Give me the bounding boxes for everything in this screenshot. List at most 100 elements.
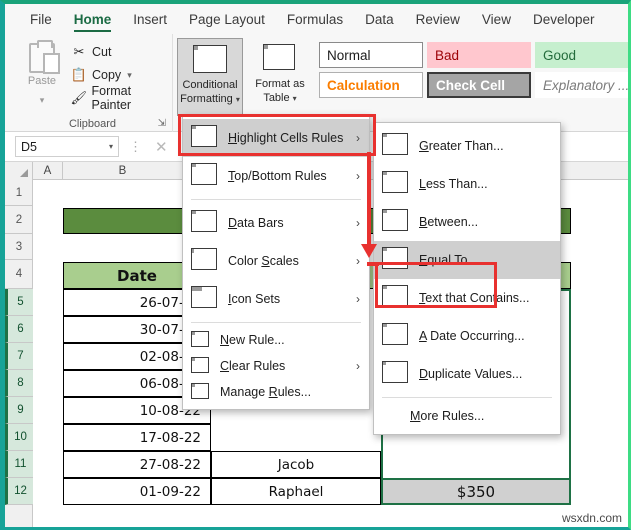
cell-style-bad[interactable]: Bad bbox=[427, 42, 531, 68]
menu-item-duplicate-values[interactable]: Duplicate Values... bbox=[374, 355, 560, 393]
tab-home[interactable]: Home bbox=[63, 8, 123, 32]
column-header-b[interactable]: B bbox=[63, 162, 183, 180]
clipboard-icon bbox=[29, 40, 60, 74]
row-header-8[interactable]: 8 bbox=[5, 370, 33, 397]
clear-rules-icon bbox=[191, 357, 211, 375]
ribbon-group-clipboard: Paste ▾ ✂ Cut 📋 Copy ▾ 🖌 Format Painter … bbox=[13, 34, 173, 132]
top-bottom-rules-icon bbox=[191, 163, 219, 189]
menu-divider bbox=[191, 199, 361, 200]
color-scales-icon bbox=[191, 248, 219, 274]
menu-item-top-bottom-rules[interactable]: Top/Bottom Rules › bbox=[183, 157, 369, 195]
menu-item-between[interactable]: Between... bbox=[374, 203, 560, 241]
chevron-down-icon[interactable]: ▾ bbox=[293, 94, 297, 103]
chevron-down-icon[interactable]: ▾ bbox=[127, 70, 132, 81]
menu-label: Clear Rules bbox=[220, 359, 286, 373]
chevron-down-icon[interactable]: ▾ bbox=[19, 95, 65, 106]
tab-file[interactable]: File bbox=[19, 8, 63, 30]
chevron-down-icon[interactable]: ▾ bbox=[109, 142, 113, 151]
less-than-icon bbox=[382, 171, 410, 197]
cell-style-normal[interactable]: Normal bbox=[319, 42, 423, 68]
paste-button[interactable]: Paste ▾ bbox=[19, 40, 65, 106]
tab-formulas[interactable]: Formulas bbox=[276, 8, 354, 30]
cell-style-check-cell[interactable]: Check Cell bbox=[427, 72, 531, 98]
format-painter-button[interactable]: 🖌 Format Painter bbox=[69, 84, 172, 112]
cancel-icon[interactable]: ✕ bbox=[155, 138, 168, 156]
equal-to-icon bbox=[382, 247, 410, 273]
menu-label: Greater Than... bbox=[419, 139, 504, 153]
menu-label: A Date Occurring... bbox=[419, 329, 525, 343]
conditional-formatting-button[interactable]: Conditional Formatting ▾ bbox=[177, 38, 243, 116]
menu-item-new-rule[interactable]: New Rule... bbox=[183, 327, 369, 353]
menu-divider bbox=[382, 397, 552, 398]
cell-b11[interactable]: 27-08-22 bbox=[63, 451, 211, 478]
menu-label: Less Than... bbox=[419, 177, 488, 191]
chevron-right-icon: › bbox=[356, 254, 360, 268]
menu-item-more-rules[interactable]: More Rules... bbox=[374, 402, 560, 430]
column-header-a[interactable]: A bbox=[33, 162, 63, 180]
menu-item-a-date-occurring[interactable]: A Date Occurring... bbox=[374, 317, 560, 355]
icon-sets-icon bbox=[191, 286, 219, 312]
menu-divider bbox=[191, 322, 361, 323]
cell-b12[interactable]: 01-09-22 bbox=[63, 478, 211, 505]
row-header-4[interactable]: 4 bbox=[5, 260, 33, 289]
row-header-7[interactable]: 7 bbox=[5, 343, 33, 370]
name-box[interactable]: D5 ▾ bbox=[15, 136, 119, 157]
tab-view[interactable]: View bbox=[471, 8, 522, 30]
menu-item-clear-rules[interactable]: Clear Rules › bbox=[183, 353, 369, 379]
tab-review[interactable]: Review bbox=[405, 8, 471, 30]
row-header-9[interactable]: 9 bbox=[5, 397, 33, 424]
annotation-arrow-connector bbox=[367, 262, 379, 266]
menu-item-greater-than[interactable]: Greater Than... bbox=[374, 127, 560, 165]
menu-item-icon-sets[interactable]: Icon Sets › bbox=[183, 280, 369, 318]
menu-label: Highlight Cells Rules bbox=[228, 131, 344, 145]
conditional-formatting-label: Conditional Formatting bbox=[180, 79, 238, 105]
menu-item-color-scales[interactable]: Color Scales › bbox=[183, 242, 369, 280]
copy-icon: 📋 bbox=[70, 67, 88, 82]
row-header-column: 1 2 3 4 5 6 7 8 9 10 11 12 bbox=[5, 180, 33, 527]
cell-c12-name[interactable]: Raphael bbox=[211, 478, 381, 505]
watermark: wsxdn.com bbox=[561, 511, 622, 525]
row-header-3[interactable]: 3 bbox=[5, 234, 33, 260]
annotation-arrow-shaft bbox=[367, 152, 371, 248]
menu-item-highlight-cells-rules[interactable]: Highlight Cells Rules › bbox=[183, 119, 369, 157]
menu-label: Manage Rules... bbox=[220, 385, 312, 399]
copy-button[interactable]: 📋 Copy ▾ bbox=[69, 65, 132, 85]
row-header-11[interactable]: 11 bbox=[5, 451, 33, 478]
cell-d12-selected[interactable]: $350 bbox=[381, 478, 571, 505]
cell-b10[interactable]: 17-08-22 bbox=[63, 424, 211, 451]
row-header-12[interactable]: 12 bbox=[5, 478, 33, 505]
row-header-5[interactable]: 5 bbox=[5, 289, 33, 316]
cut-button[interactable]: ✂ Cut bbox=[69, 42, 112, 62]
cell-style-good[interactable]: Good bbox=[535, 42, 628, 68]
menu-item-text-that-contains[interactable]: Text that Contains... bbox=[374, 279, 560, 317]
cell-c11-name[interactable]: Jacob bbox=[211, 451, 381, 478]
clipboard-dialog-launcher-icon[interactable]: ⇲ bbox=[158, 118, 166, 129]
tab-insert[interactable]: Insert bbox=[122, 8, 178, 30]
highlight-cells-rules-icon bbox=[191, 125, 219, 151]
menu-label: Text that Contains... bbox=[419, 291, 530, 305]
annotation-arrow-head bbox=[361, 244, 377, 258]
menu-label: Top/Bottom Rules bbox=[228, 169, 327, 183]
chevron-right-icon: › bbox=[356, 131, 360, 145]
row-header-10[interactable]: 10 bbox=[5, 424, 33, 451]
row-header-1[interactable]: 1 bbox=[5, 180, 33, 206]
menu-label: New Rule... bbox=[220, 333, 285, 347]
menu-item-equal-to[interactable]: Equal To... bbox=[374, 241, 560, 279]
menu-item-less-than[interactable]: Less Than... bbox=[374, 165, 560, 203]
row-header-2[interactable]: 2 bbox=[5, 206, 33, 234]
menu-item-manage-rules[interactable]: Manage Rules... bbox=[183, 379, 369, 405]
cell-style-explanatory[interactable]: Explanatory ... bbox=[535, 72, 628, 98]
chevron-down-icon[interactable]: ▾ bbox=[236, 95, 240, 104]
select-all-corner[interactable] bbox=[5, 162, 33, 180]
formula-bar-divider-icon: ⋮ bbox=[129, 138, 143, 154]
tab-developer[interactable]: Developer bbox=[522, 8, 606, 30]
format-as-table-button[interactable]: Format as Table ▾ bbox=[247, 38, 313, 116]
menu-item-data-bars[interactable]: Data Bars › bbox=[183, 204, 369, 242]
row-header-6[interactable]: 6 bbox=[5, 316, 33, 343]
ribbon-tab-bar: File Home Insert Page Layout Formulas Da… bbox=[5, 4, 628, 34]
menu-label: More Rules... bbox=[410, 409, 485, 423]
between-icon bbox=[382, 209, 410, 235]
tab-page-layout[interactable]: Page Layout bbox=[178, 8, 276, 30]
cell-style-calculation[interactable]: Calculation bbox=[319, 72, 423, 98]
tab-data[interactable]: Data bbox=[354, 8, 405, 30]
